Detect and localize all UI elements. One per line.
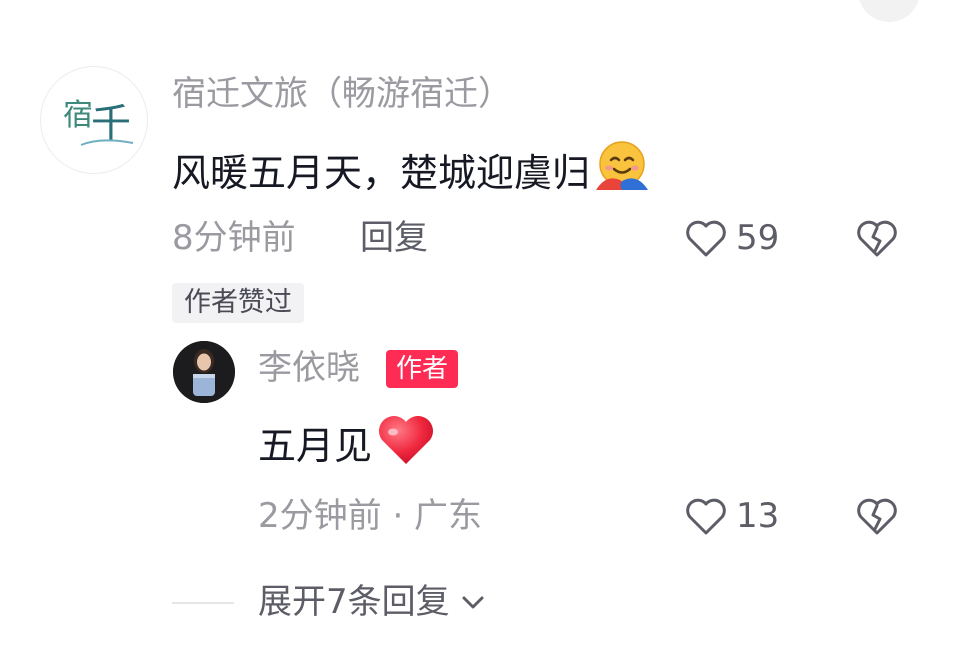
comment-time: 8分钟前 <box>172 218 296 258</box>
reply-text: 五月见 <box>258 412 438 479</box>
expand-replies-button[interactable]: 展开7条回复 <box>258 580 488 624</box>
commenter-name[interactable]: 宿迁文旅（畅游宿迁） <box>172 74 512 114</box>
reply-text-body: 五月见 <box>258 423 373 468</box>
reply-like-button[interactable]: 13 <box>682 492 779 540</box>
replier-avatar[interactable] <box>173 341 235 403</box>
comment-text: 风暖五月天，楚城迎虞归 <box>172 138 650 207</box>
broken-heart-icon <box>857 498 897 535</box>
heart-outline-icon <box>686 498 726 535</box>
expand-divider <box>172 602 234 604</box>
hugging-face-emoji-icon <box>592 138 650 207</box>
commenter-avatar[interactable]: 宿 千 <box>40 66 148 174</box>
heart-outline-icon <box>686 220 726 257</box>
reply-dislike-button[interactable] <box>853 492 901 544</box>
avatar-logo-text: 宿 <box>63 98 93 133</box>
expand-replies-label: 展开7条回复 <box>258 582 450 622</box>
author-badge: 作者 <box>386 350 459 388</box>
broken-heart-icon <box>857 220 897 257</box>
comment-text-body: 风暖五月天，楚城迎虞归 <box>172 150 591 195</box>
red-heart-emoji-icon <box>374 412 438 479</box>
reply-like-count: 13 <box>736 496 780 536</box>
like-count: 59 <box>736 218 780 258</box>
like-button[interactable]: 59 <box>682 214 779 262</box>
more-button[interactable] <box>858 0 920 22</box>
reply-time-location: 2分钟前 · 广东 <box>258 496 483 536</box>
author-liked-tag: 作者赞过 <box>172 283 304 323</box>
reply-button[interactable]: 回复 <box>360 218 428 258</box>
replier-name[interactable]: 李依晓 <box>258 348 360 388</box>
chevron-down-icon <box>462 596 484 609</box>
dislike-button[interactable] <box>853 214 901 266</box>
